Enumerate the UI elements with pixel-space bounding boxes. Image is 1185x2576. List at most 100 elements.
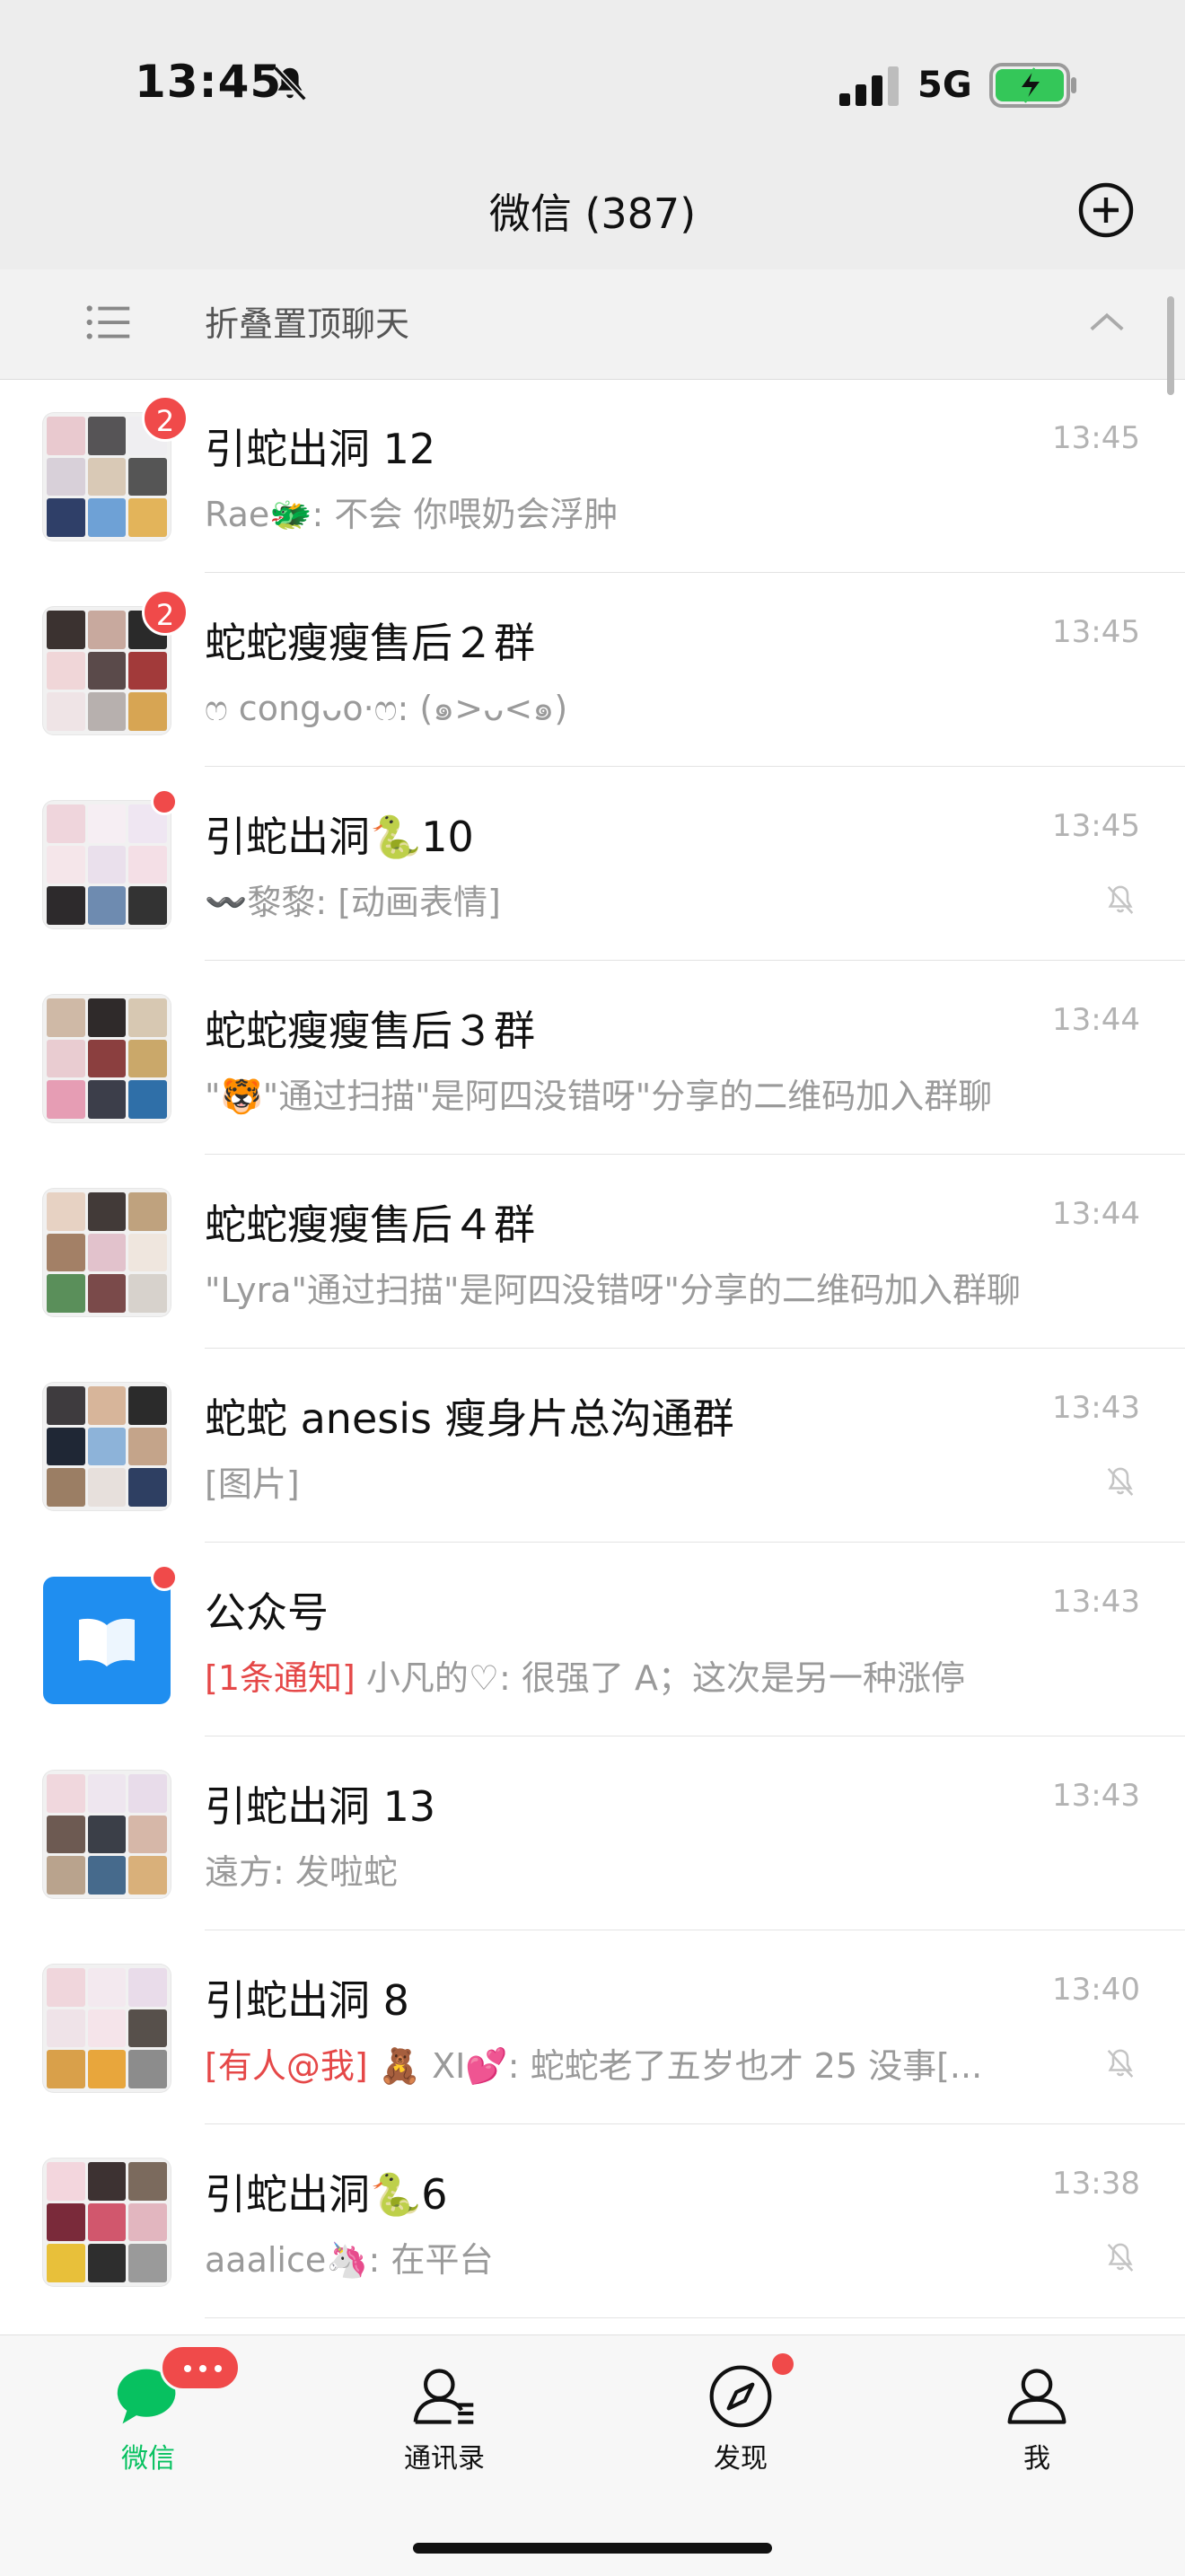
- list-icon: [86, 305, 130, 339]
- chat-row[interactable]: 2 引蛇出洞 12 Rae🐲: 不会 你喂奶会浮肿 13:45: [0, 379, 1185, 573]
- chat-name: 蛇蛇瘦瘦售后２群: [205, 619, 535, 667]
- avatar-tile: [87, 845, 127, 884]
- chat-time: 13:38: [1052, 2166, 1140, 2202]
- avatar-tile: [128, 1856, 167, 1895]
- chat-time: 13:43: [1052, 1390, 1140, 1426]
- chat-preview: "Lyra"通过扫描"是阿四没错呀"分享的二维码加入群聊: [205, 1262, 1066, 1312]
- avatar-tile: [47, 1039, 85, 1078]
- avatar-tile: [128, 1815, 167, 1854]
- person-icon: [1007, 2369, 1066, 2424]
- chat-preview: "🐯"通过扫描"是阿四没错呀"分享的二维码加入群聊: [205, 1068, 1066, 1118]
- avatar-tile: [87, 998, 127, 1037]
- chat-preview-text: 〰️黎黎: [动画表情]: [205, 883, 501, 922]
- chat-row[interactable]: 引蛇出洞🐍6 aaalice🦄: 在平台 13:38: [0, 2124, 1185, 2318]
- chat-name: 引蛇出洞🐍10: [205, 813, 474, 861]
- avatar-tile: [47, 2202, 85, 2242]
- chat-time: 13:40: [1052, 1972, 1140, 2008]
- avatar-tile: [87, 886, 127, 925]
- tab-chats[interactable]: 微信: [0, 2335, 296, 2515]
- chat-row[interactable]: 公众号 [1条通知] 小凡的♡: 很强了 A；这次是另一种涨停 13:43: [0, 1543, 1185, 1736]
- avatar-tile: [47, 651, 85, 690]
- chat-preview: [图片]: [205, 1456, 1066, 1506]
- avatar-tile: [47, 1233, 85, 1272]
- chat-time: 13:45: [1052, 614, 1140, 650]
- muted-bell-icon: [1107, 885, 1134, 914]
- avatar-tile: [47, 498, 85, 537]
- avatar-tile: [87, 692, 127, 731]
- chat-row[interactable]: 引蛇出洞 8 [有人@我] 🧸 XI💕: 蛇蛇老了五岁也才 25 没事[... 13…: [0, 1930, 1185, 2124]
- chat-time: 13:45: [1052, 420, 1140, 456]
- contacts-icon: [413, 2369, 474, 2424]
- chat-tag: [1条通知]: [205, 1658, 356, 1698]
- avatar-tile: [87, 611, 127, 649]
- avatar-tile: [47, 457, 85, 497]
- chat-preview-text: Rae🐲: 不会 你喂奶会浮肿: [205, 495, 619, 534]
- tab-discover[interactable]: 发现: [592, 2335, 889, 2515]
- avatar-tile: [128, 886, 167, 925]
- avatar-tile: [47, 417, 85, 455]
- chat-row[interactable]: 引蛇出洞🐍10 〰️黎黎: [动画表情] 13:45: [0, 767, 1185, 961]
- chat-row[interactable]: 引蛇出洞 13 遠方: 发啦蛇 13:43: [0, 1736, 1185, 1930]
- chat-name: 蛇蛇瘦瘦售后４群: [205, 1200, 535, 1249]
- chat-preview: aaalice🦄: 在平台: [205, 2232, 1066, 2281]
- group-avatar: [43, 801, 171, 928]
- tab-contacts[interactable]: 通讯录: [296, 2335, 592, 2515]
- avatar-tile: [47, 1274, 85, 1313]
- avatar-tile: [128, 692, 167, 731]
- chat-name: 蛇蛇 anesis 瘦身片总沟通群: [205, 1394, 734, 1443]
- home-indicator[interactable]: [413, 2543, 772, 2554]
- avatar-tile: [128, 2244, 167, 2282]
- avatar-tile: [87, 1039, 127, 1078]
- folded-pinned-chats-bar[interactable]: 折叠置顶聊天: [0, 269, 1185, 380]
- chat-row[interactable]: 蛇蛇 anesis 瘦身片总沟通群 [图片] 13:43: [0, 1349, 1185, 1543]
- avatar-tile: [128, 2202, 167, 2242]
- avatar-tile: [87, 1856, 127, 1895]
- discover-new-dot: [772, 2353, 794, 2375]
- avatar-tile: [87, 1774, 127, 1813]
- chat-row[interactable]: 蛇蛇瘦瘦售后４群 "Lyra"通过扫描"是阿四没错呀"分享的二维码加入群聊 13:4…: [0, 1155, 1185, 1349]
- chat-row[interactable]: 蛇蛇瘦瘦售后３群 "🐯"通过扫描"是阿四没错呀"分享的二维码加入群聊 13:44: [0, 961, 1185, 1155]
- group-avatar: [43, 1189, 171, 1316]
- avatar-tile: [128, 845, 167, 884]
- avatar-tile: [128, 2050, 167, 2088]
- avatar-tile: [128, 1468, 167, 1507]
- unread-count-badge: 2: [142, 395, 189, 442]
- avatar-tile: [87, 1468, 127, 1507]
- avatar-tile: [87, 1968, 127, 2007]
- avatar-tile: [47, 1856, 85, 1895]
- top-area: 13:45 5G 微信 (387): [0, 0, 1185, 269]
- compass-icon: [709, 2365, 772, 2428]
- avatar-tile: [87, 457, 127, 497]
- chat-avatar: [43, 1577, 171, 1704]
- tab-me[interactable]: 我: [889, 2335, 1185, 2515]
- tab-label-discover: 发现: [714, 2443, 768, 2475]
- chat-row[interactable]: 2 蛇蛇瘦瘦售后２群 ෆ congᴗo·ෆ: (๑>ᴗ<๑) 13:45: [0, 573, 1185, 767]
- avatar-tile: [47, 845, 85, 884]
- chat-preview-text: "🐯"通过扫描"是阿四没错呀"分享的二维码加入群聊: [205, 1077, 993, 1116]
- tab-label-me: 我: [1023, 2443, 1050, 2475]
- chat-preview-text: 🧸 XI💕: 蛇蛇老了五岁也才 25 没事[...: [378, 2046, 983, 2086]
- tab-label-chats: 微信: [121, 2443, 175, 2475]
- group-avatar: [43, 2158, 171, 2286]
- avatar-tile: [47, 1427, 85, 1466]
- chat-name: 引蛇出洞🐍6: [205, 2170, 448, 2219]
- add-button[interactable]: [1077, 181, 1135, 239]
- more-badge: [160, 2344, 241, 2391]
- chat-time: 13:43: [1052, 1584, 1140, 1620]
- chat-preview: ෆ congᴗo·ෆ: (๑>ᴗ<๑): [205, 681, 1066, 735]
- chat-preview: [有人@我] 🧸 XI💕: 蛇蛇老了五岁也才 25 没事[...: [205, 2038, 1066, 2088]
- avatar-tile: [87, 2244, 127, 2282]
- avatar-tile: [47, 1815, 85, 1854]
- avatar-tile: [47, 2050, 85, 2088]
- chat-time: 13:44: [1052, 1002, 1140, 1038]
- avatar-tile: [87, 2050, 127, 2088]
- folded-bar-label: 折叠置顶聊天: [205, 304, 410, 344]
- chat-preview: 遠方: 发啦蛇: [205, 1844, 1066, 1894]
- avatar-tile: [47, 1774, 85, 1813]
- silent-mode-icon: [273, 66, 307, 101]
- chevron-up-icon[interactable]: [1086, 302, 1128, 343]
- avatar-tile: [128, 1192, 167, 1231]
- group-avatar: [43, 995, 171, 1122]
- avatar-tile: [87, 1427, 127, 1466]
- chat-name: 引蛇出洞 8: [205, 1976, 409, 2025]
